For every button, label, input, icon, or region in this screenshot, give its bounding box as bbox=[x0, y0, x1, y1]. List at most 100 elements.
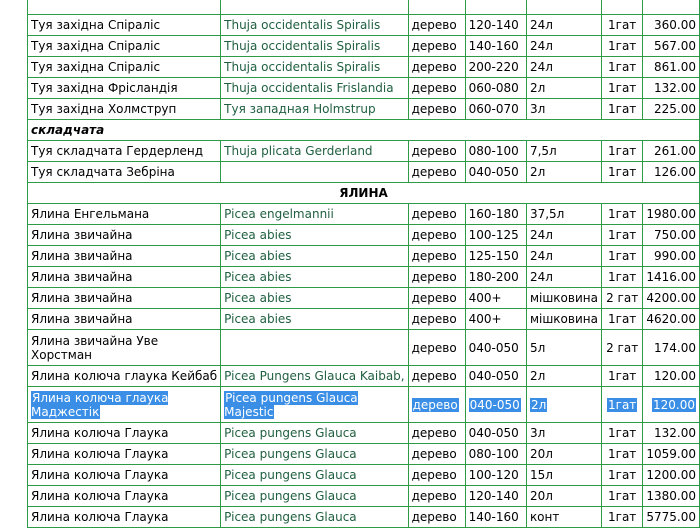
size-cell[interactable]: 100-125 bbox=[464, 224, 527, 246]
container-cell[interactable]: 2л bbox=[525, 365, 602, 387]
size-cell[interactable]: 040-050 bbox=[464, 422, 527, 444]
plant-name-cell[interactable]: Ялина колюча Глаука bbox=[26, 485, 222, 507]
plant-name-cell[interactable]: Туя західна Фрісландія bbox=[26, 77, 222, 99]
container-cell[interactable]: 24л bbox=[525, 245, 602, 267]
container-cell[interactable]: 24л bbox=[525, 14, 602, 36]
grade-cell[interactable]: 2 гат bbox=[600, 329, 644, 366]
size-cell[interactable]: 140-160 bbox=[464, 35, 527, 57]
size-cell[interactable]: 080-100 bbox=[464, 443, 527, 465]
plant-name-cell[interactable]: Туя західна Спіраліс bbox=[26, 35, 222, 57]
plant-form-cell[interactable] bbox=[407, 0, 466, 15]
plant-name-cell[interactable]: Туя складчата Зебріна bbox=[26, 161, 222, 183]
size-cell[interactable]: 180-200 bbox=[464, 266, 527, 288]
plant-form-cell[interactable]: дерево bbox=[407, 161, 466, 183]
plant-name-cell[interactable]: Ялина колюча глаука Кейбаб bbox=[26, 365, 222, 387]
price-cell[interactable]: 360.00 bbox=[642, 14, 700, 36]
plant-form-cell[interactable]: дерево bbox=[407, 386, 466, 423]
plant-name-cell[interactable]: Ялина звичайна bbox=[26, 245, 222, 267]
price-cell[interactable]: 567.00 bbox=[642, 35, 700, 57]
grade-cell[interactable]: 1гат bbox=[600, 245, 644, 267]
plant-form-cell[interactable]: дерево bbox=[407, 287, 466, 309]
plant-name-cell[interactable]: Туя складчата Гердерленд bbox=[26, 140, 222, 162]
container-cell[interactable]: 24л bbox=[525, 56, 602, 78]
plant-form-cell[interactable]: дерево bbox=[407, 308, 466, 330]
container-cell[interactable]: 24л bbox=[525, 266, 602, 288]
size-cell[interactable]: 140-160 bbox=[464, 506, 527, 528]
price-cell[interactable]: 1059.00 bbox=[642, 443, 700, 465]
grade-cell[interactable]: 1гат bbox=[600, 386, 644, 423]
size-cell[interactable]: 100-120 bbox=[464, 464, 527, 486]
price-cell[interactable]: 174.00 bbox=[642, 329, 700, 366]
size-cell[interactable]: 060-080 bbox=[464, 77, 527, 99]
container-cell[interactable]: 2л bbox=[525, 77, 602, 99]
latin-name-cell[interactable]: Thuja occidentalis Spiralis bbox=[220, 35, 409, 57]
plant-form-cell[interactable]: дерево bbox=[407, 14, 466, 36]
plant-name-cell[interactable]: Ялина колюча Глаука bbox=[26, 422, 222, 444]
grade-cell[interactable]: 1гат bbox=[600, 308, 644, 330]
grade-cell[interactable]: 1гат bbox=[600, 365, 644, 387]
price-cell[interactable]: 1200.00 bbox=[642, 464, 700, 486]
plant-form-cell[interactable]: дерево bbox=[407, 266, 466, 288]
plant-form-cell[interactable]: дерево bbox=[407, 98, 466, 120]
plant-name-cell[interactable]: Ялина колюча Глаука bbox=[26, 464, 222, 486]
size-cell[interactable]: 040-050 bbox=[464, 386, 527, 423]
price-cell[interactable]: 4620.00 bbox=[642, 308, 700, 330]
plant-name-cell[interactable]: Ялина колюча глаука Маджестік bbox=[26, 386, 222, 423]
price-cell[interactable]: 120.00 bbox=[642, 365, 700, 387]
grade-cell[interactable]: 1гат bbox=[600, 506, 644, 528]
grade-cell[interactable]: 1гат bbox=[600, 140, 644, 162]
container-cell[interactable]: 2л bbox=[525, 386, 602, 423]
latin-name-cell[interactable]: Picea engelmannii bbox=[220, 203, 409, 225]
latin-name-cell[interactable] bbox=[220, 161, 409, 183]
grade-cell[interactable]: 1гат bbox=[600, 422, 644, 444]
latin-name-cell[interactable]: Thuja occidentalis Spiralis bbox=[220, 56, 409, 78]
grade-cell[interactable]: 1гат bbox=[600, 464, 644, 486]
grade-cell[interactable]: 1гат bbox=[600, 266, 644, 288]
size-cell[interactable]: 060-070 bbox=[464, 98, 527, 120]
price-cell[interactable]: 990.00 bbox=[642, 245, 700, 267]
price-cell[interactable]: 126.00 bbox=[642, 161, 700, 183]
container-cell[interactable]: 20л bbox=[525, 485, 602, 507]
container-cell[interactable]: 3л bbox=[525, 98, 602, 120]
plant-name-cell[interactable]: Туя західна Спіраліс bbox=[26, 14, 222, 36]
latin-name-cell[interactable]: Picea Pungens Glauca Kaibab, bbox=[220, 365, 409, 387]
plant-name-cell[interactable]: Ялина колюча Глаука bbox=[26, 506, 222, 528]
grade-cell[interactable]: 1гат bbox=[600, 56, 644, 78]
price-cell[interactable]: 132.00 bbox=[642, 422, 700, 444]
size-cell[interactable]: 080-100 bbox=[464, 140, 527, 162]
plant-form-cell[interactable]: дерево bbox=[407, 485, 466, 507]
plant-form-cell[interactable]: дерево bbox=[407, 329, 466, 366]
price-cell[interactable] bbox=[642, 0, 700, 15]
grade-cell[interactable]: 1гат bbox=[600, 14, 644, 36]
price-cell[interactable]: 120.00 bbox=[642, 386, 700, 423]
plant-form-cell[interactable]: дерево bbox=[407, 140, 466, 162]
grade-cell[interactable]: 1гат bbox=[600, 485, 644, 507]
latin-name-cell[interactable]: Picea pungens Glauca bbox=[220, 443, 409, 465]
grade-cell[interactable]: 1гат bbox=[600, 224, 644, 246]
container-cell[interactable]: 20л bbox=[525, 443, 602, 465]
size-cell[interactable]: 400+ bbox=[464, 308, 527, 330]
latin-name-cell[interactable]: Picea abies bbox=[220, 308, 409, 330]
size-cell[interactable] bbox=[464, 0, 527, 15]
plant-form-cell[interactable]: дерево bbox=[407, 77, 466, 99]
plant-form-cell[interactable]: дерево bbox=[407, 422, 466, 444]
container-cell[interactable]: 37,5л bbox=[525, 203, 602, 225]
plant-form-cell[interactable]: дерево bbox=[407, 464, 466, 486]
plant-name-cell[interactable]: Туя західна Спіраліс bbox=[26, 56, 222, 78]
size-cell[interactable]: 125-150 bbox=[464, 245, 527, 267]
container-cell[interactable] bbox=[525, 0, 602, 15]
price-cell[interactable]: 1416.00 bbox=[642, 266, 700, 288]
plant-form-cell[interactable]: дерево bbox=[407, 506, 466, 528]
price-cell[interactable]: 861.00 bbox=[642, 56, 700, 78]
price-cell[interactable]: 132.00 bbox=[642, 77, 700, 99]
price-cell[interactable]: 261.00 bbox=[642, 140, 700, 162]
latin-name-cell[interactable]: Picea abies bbox=[220, 224, 409, 246]
plant-name-cell[interactable]: Ялина Енгельмана bbox=[26, 203, 222, 225]
grade-cell[interactable]: 1гат bbox=[600, 98, 644, 120]
grade-cell[interactable]: 1гат bbox=[600, 35, 644, 57]
price-cell[interactable]: 225.00 bbox=[642, 98, 700, 120]
price-cell[interactable]: 1380.00 bbox=[642, 485, 700, 507]
latin-name-cell[interactable]: Picea pungens Glauca bbox=[220, 464, 409, 486]
container-cell[interactable]: 2л bbox=[525, 161, 602, 183]
price-cell[interactable]: 1980.00 bbox=[642, 203, 700, 225]
